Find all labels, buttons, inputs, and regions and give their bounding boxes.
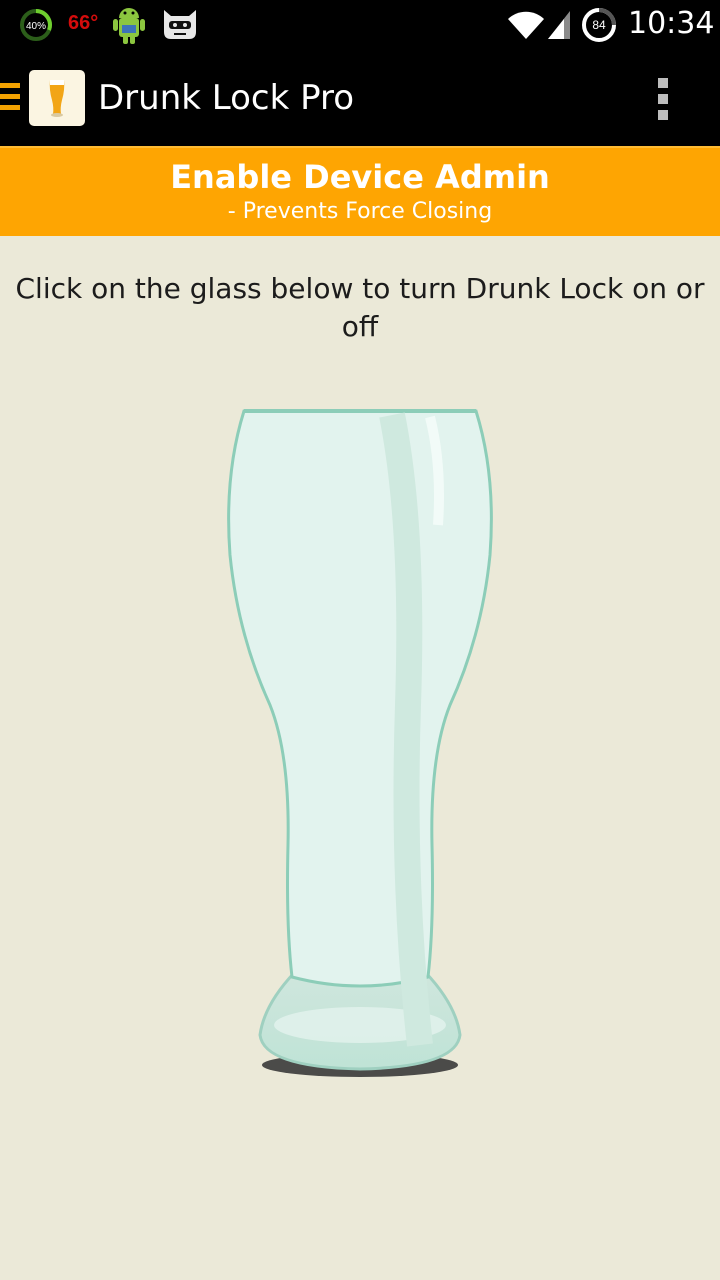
beer-glass-icon <box>49 80 65 117</box>
action-bar: Drunk Lock Pro <box>0 50 720 146</box>
signal-strength-icon <box>548 11 570 39</box>
beer-glass-app-icon[interactable] <box>29 70 85 126</box>
clock-time: 10:34 <box>628 6 715 41</box>
android-robot-icon <box>113 8 145 44</box>
admin-banner-subtitle: - Prevents Force Closing <box>227 199 493 224</box>
temperature-text: 66° <box>68 12 99 34</box>
app-title: Drunk Lock Pro <box>98 78 355 118</box>
battery-text: 40% <box>26 21 46 32</box>
data-usage-circle-icon: 84 <box>582 8 616 42</box>
circle-badge-text: 84 <box>592 18 606 32</box>
battery-circle-icon: 40% <box>20 9 52 41</box>
wifi-icon <box>508 11 544 40</box>
drawer-menu-icon[interactable] <box>0 83 20 115</box>
cyanogen-mascot-icon <box>164 10 196 39</box>
status-bar: 40% 66° 84 10:34 <box>0 0 720 50</box>
overflow-menu-icon[interactable] <box>656 78 670 120</box>
enable-device-admin-banner[interactable]: Enable Device Admin - Prevents Force Clo… <box>0 146 720 236</box>
admin-banner-title: Enable Device Admin <box>170 158 550 196</box>
instruction-text: Click on the glass below to turn Drunk L… <box>15 272 705 343</box>
pilsner-glass-icon[interactable] <box>224 405 494 1085</box>
